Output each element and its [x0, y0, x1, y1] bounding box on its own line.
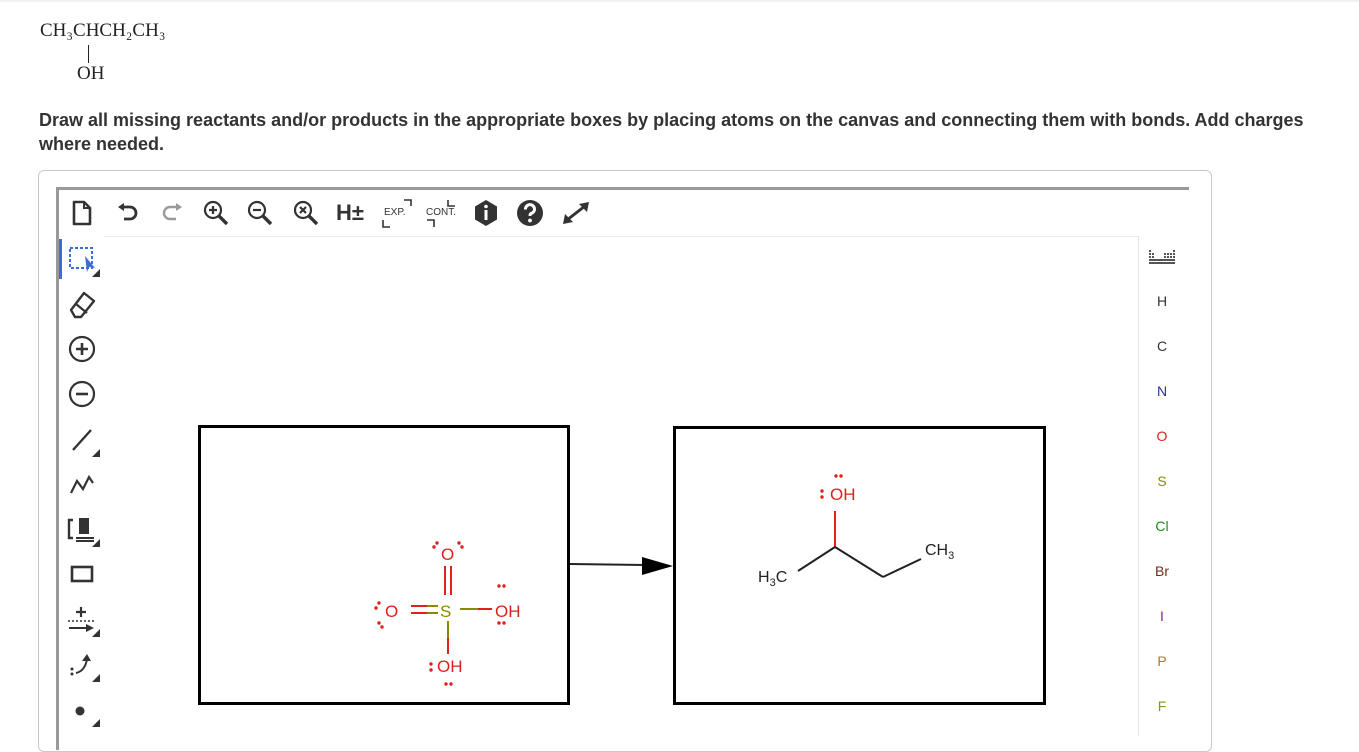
product-methyl-left[interactable]: H3C — [758, 569, 787, 592]
zoom-out-icon — [247, 200, 273, 226]
element-button-n[interactable]: N — [1139, 383, 1185, 399]
reactant-bonds — [374, 541, 506, 686]
undo-button[interactable] — [110, 196, 146, 230]
top-divider — [0, 0, 1359, 2]
select-tool-menu-corner — [92, 269, 100, 277]
editor-left-toolbar — [58, 236, 104, 736]
instructions-text: Draw all missing reactants and/or produc… — [39, 110, 1304, 154]
help-icon — [517, 200, 543, 226]
hydrogen-toggle-label: H± — [336, 200, 364, 225]
zoom-reset-icon — [293, 200, 319, 226]
shape-tool-button[interactable] — [62, 554, 102, 594]
curved-arrow-tool-button[interactable] — [62, 644, 102, 684]
new-document-button[interactable] — [64, 196, 100, 230]
eraser-icon — [69, 291, 96, 319]
electron-dot-tool-button[interactable] — [62, 689, 102, 729]
zoom-reset-button[interactable] — [288, 196, 324, 230]
info-icon — [475, 200, 497, 226]
positive-charge-button[interactable] — [62, 329, 102, 369]
formula-main: CH₃CHCH₂CH₃ — [40, 20, 166, 41]
plus-charge-icon — [68, 335, 96, 363]
zoom-out-button[interactable] — [242, 196, 278, 230]
contract-button[interactable]: CONT. — [422, 196, 462, 230]
curved-arrow-menu-corner — [92, 674, 100, 682]
chain-tool-button[interactable] — [62, 464, 102, 504]
reactant-oxygen-left[interactable]: O — [385, 603, 398, 620]
element-button-p[interactable]: P — [1139, 653, 1185, 669]
single-bond-tool-button[interactable] — [62, 419, 102, 459]
fullscreen-icon — [563, 202, 589, 224]
rectangle-icon — [70, 565, 94, 583]
fullscreen-button[interactable] — [558, 196, 594, 230]
element-button-f[interactable]: F — [1139, 698, 1185, 714]
help-button[interactable] — [512, 196, 548, 230]
erase-tool-button[interactable] — [62, 284, 102, 324]
negative-charge-button[interactable] — [62, 374, 102, 414]
zoom-in-icon — [203, 200, 229, 226]
template-tool-menu-corner — [92, 539, 100, 547]
element-button-i[interactable]: I — [1139, 608, 1185, 624]
select-tool-button[interactable] — [62, 239, 102, 279]
expand-button[interactable]: EXP. — [378, 196, 418, 230]
redo-button[interactable] — [154, 196, 190, 230]
redo-icon — [162, 203, 182, 221]
chain-icon — [70, 474, 94, 494]
document-icon — [72, 200, 92, 226]
expand-label: EXP. — [384, 207, 406, 218]
electron-tool-menu-corner — [92, 719, 100, 727]
reactant-sulfur[interactable]: S — [440, 603, 451, 620]
product-hydroxyl[interactable]: OH — [830, 486, 856, 503]
zoom-in-button[interactable] — [198, 196, 234, 230]
element-button-cl[interactable]: Cl — [1139, 518, 1185, 534]
element-button-s[interactable]: S — [1139, 473, 1185, 489]
arrow-tool-menu-corner — [92, 629, 100, 637]
element-button-br[interactable]: Br — [1139, 563, 1185, 579]
reactant-hydroxyl-right[interactable]: OH — [495, 603, 521, 620]
reaction-arrow[interactable] — [570, 550, 673, 580]
info-button[interactable] — [468, 196, 504, 230]
reactant-hydroxyl-bottom[interactable]: OH — [437, 658, 463, 675]
toggle-hydrogens-button[interactable]: H± — [332, 196, 368, 230]
minus-charge-icon — [68, 380, 96, 408]
undo-icon — [118, 203, 138, 221]
element-button-h[interactable]: H — [1139, 293, 1185, 309]
product-methyl-right[interactable]: CH3 — [925, 542, 954, 565]
product-bonds — [797, 474, 922, 578]
editor-top-toolbar: H± EXP. CONT. — [58, 190, 1186, 236]
reaction-arrow-tool-button[interactable] — [62, 599, 102, 639]
formula-bond — [88, 45, 89, 63]
contract-label: CONT. — [426, 207, 456, 218]
template-tool-button[interactable] — [62, 509, 102, 549]
reactant-oxygen-top[interactable]: O — [441, 546, 454, 563]
element-button-o[interactable]: O — [1139, 428, 1185, 444]
element-palette: H C N O S Cl Br I P F — [1138, 236, 1185, 736]
element-button-c[interactable]: C — [1139, 338, 1185, 354]
formula-oh: OH — [77, 63, 105, 84]
question-formula: CH₃CHCH₂CH₃ OH — [40, 18, 240, 88]
bond-tool-menu-corner — [92, 449, 100, 457]
periodic-table-icon[interactable] — [1149, 250, 1175, 264]
